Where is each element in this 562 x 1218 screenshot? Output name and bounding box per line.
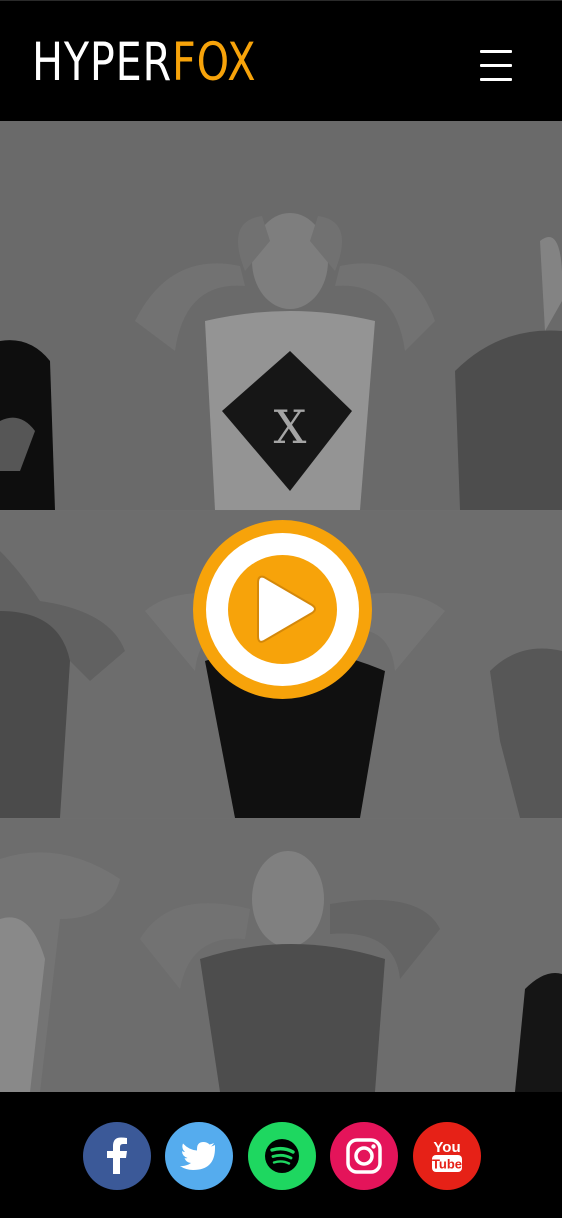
site-logo[interactable]: HYPERFOX	[32, 35, 256, 91]
band-member-photo-row-3	[0, 819, 562, 1092]
site-footer: You Tube	[0, 1092, 562, 1218]
play-video-button[interactable]	[193, 520, 372, 699]
play-button-core	[228, 555, 337, 664]
page: HYPERFOX X You Tube	[0, 0, 562, 1218]
logo-text-hyper: HYPER	[32, 32, 173, 93]
youtube-icon[interactable]: You Tube	[413, 1122, 481, 1190]
site-header: HYPERFOX	[0, 0, 562, 121]
twitter-icon[interactable]	[165, 1122, 233, 1190]
spotify-icon[interactable]	[248, 1122, 316, 1190]
svg-text:X: X	[274, 400, 307, 454]
logo-text-fox: FOX	[172, 32, 257, 93]
play-button-ring	[206, 533, 359, 686]
youtube-label-you: You	[433, 1139, 460, 1156]
instagram-icon[interactable]	[330, 1122, 398, 1190]
hamburger-menu-icon[interactable]	[478, 47, 514, 83]
band-member-photo-row-1: X	[0, 121, 562, 510]
youtube-label-tube: Tube	[432, 1157, 462, 1172]
play-icon	[257, 575, 316, 643]
facebook-icon[interactable]	[83, 1122, 151, 1190]
